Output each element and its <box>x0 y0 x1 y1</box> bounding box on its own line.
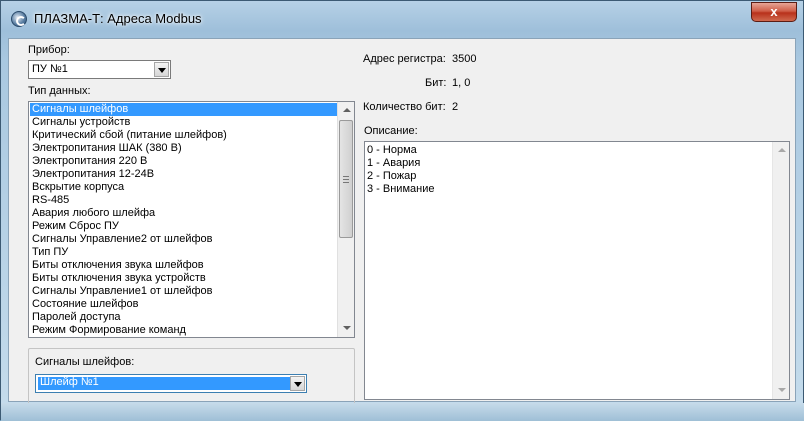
list-item[interactable]: Биты отключения звука шлейфов <box>30 259 337 272</box>
list-item[interactable]: Паролей доступа <box>30 311 337 324</box>
register-address-value: 3500 <box>452 53 477 65</box>
scroll-grip-icon <box>343 176 349 183</box>
list-item[interactable]: Электропитания 12-24В <box>30 168 337 181</box>
list-item[interactable]: Электропитания ШАК (380 В) <box>30 142 337 155</box>
chevron-down-icon[interactable] <box>154 62 169 77</box>
bit-count-label: Количество бит: <box>363 101 446 113</box>
description-textarea[interactable]: 0 - Норма 1 - Авария 2 - Пожар 3 - Внимание <box>364 141 790 400</box>
close-button[interactable]: x <box>751 2 797 22</box>
list-item[interactable]: Сигналы Управление2 от шлейфов <box>30 233 337 246</box>
sub-group-box: Сигналы шлейфов: Шлейф №1 <box>28 348 355 405</box>
list-item[interactable]: Состояние шлейфов <box>30 298 337 311</box>
description-label: Описание: <box>364 125 418 137</box>
description-line: 0 - Норма <box>367 144 417 156</box>
scroll-up-arrow-icon[interactable] <box>773 142 790 159</box>
device-select-value: ПУ №1 <box>32 63 68 75</box>
scroll-thumb[interactable] <box>339 120 353 238</box>
list-item[interactable]: Режим Формирование команд <box>30 324 337 337</box>
register-address-label: Адрес регистра: <box>363 53 446 65</box>
bit-value: 1, 0 <box>452 77 471 89</box>
description-lines: 0 - Норма 1 - Авария 2 - Пожар 3 - Внимание <box>367 144 434 196</box>
list-item[interactable]: Режим Сброс ПУ <box>30 220 337 233</box>
list-item[interactable]: Критический сбой (питание шлейфов) <box>30 129 337 142</box>
device-label: Прибор: <box>28 44 70 56</box>
data-type-label: Тип данных: <box>28 85 91 97</box>
description-scrollbar[interactable] <box>772 142 789 399</box>
list-item[interactable]: Сигналы Управление1 от шлейфов <box>30 285 337 298</box>
description-line: 1 - Авария <box>367 157 421 169</box>
list-item[interactable]: Биты отключения звука устройств <box>30 272 337 285</box>
plasma-app-icon <box>11 11 27 27</box>
data-type-scrollbar[interactable] <box>337 102 354 337</box>
bit-label: Бит: <box>425 77 447 89</box>
sub-group-select[interactable]: Шлейф №1 <box>35 374 307 393</box>
description-line: 3 - Внимание <box>367 183 435 195</box>
list-item[interactable]: Сигналы устройств <box>30 116 337 129</box>
device-select[interactable]: ПУ №1 <box>28 60 171 79</box>
data-type-items: Сигналы шлейфов Сигналы устройств Критичес… <box>30 103 337 337</box>
window-bottom-frame <box>1 403 804 421</box>
scroll-up-arrow-icon[interactable] <box>338 102 354 119</box>
list-item[interactable]: Тип ПУ <box>30 246 337 259</box>
data-type-list[interactable]: Сигналы шлейфов Сигналы устройств Критичес… <box>28 101 355 338</box>
bit-count-value: 2 <box>452 101 459 113</box>
list-item[interactable]: RS-485 <box>30 194 337 207</box>
list-item[interactable]: Электропитания 220 В <box>30 155 337 168</box>
title-bar[interactable]: ПЛАЗМА-Т: Адреса Modbus x <box>1 1 803 37</box>
description-line: 2 - Пожар <box>367 170 417 182</box>
app-window: ПЛАЗМА-Т: Адреса Modbus x Прибор: ПУ №1 … <box>0 0 804 421</box>
list-item[interactable]: Сигналы шлейфов <box>30 103 337 116</box>
scroll-down-arrow-icon[interactable] <box>338 320 354 337</box>
sub-group-select-value: Шлейф №1 <box>40 376 99 388</box>
scroll-down-arrow-icon[interactable] <box>773 382 790 399</box>
list-item[interactable]: Вскрытие корпуса <box>30 181 337 194</box>
list-item[interactable]: Авария любого шлейфа <box>30 207 337 220</box>
chevron-down-icon[interactable] <box>290 376 305 391</box>
sub-group-label: Сигналы шлейфов: <box>35 356 135 368</box>
dialog-body: Прибор: ПУ №1 Тип данных: Сигналы шлейфо… <box>8 38 796 405</box>
window-title: ПЛАЗМА-Т: Адреса Modbus <box>34 11 202 26</box>
